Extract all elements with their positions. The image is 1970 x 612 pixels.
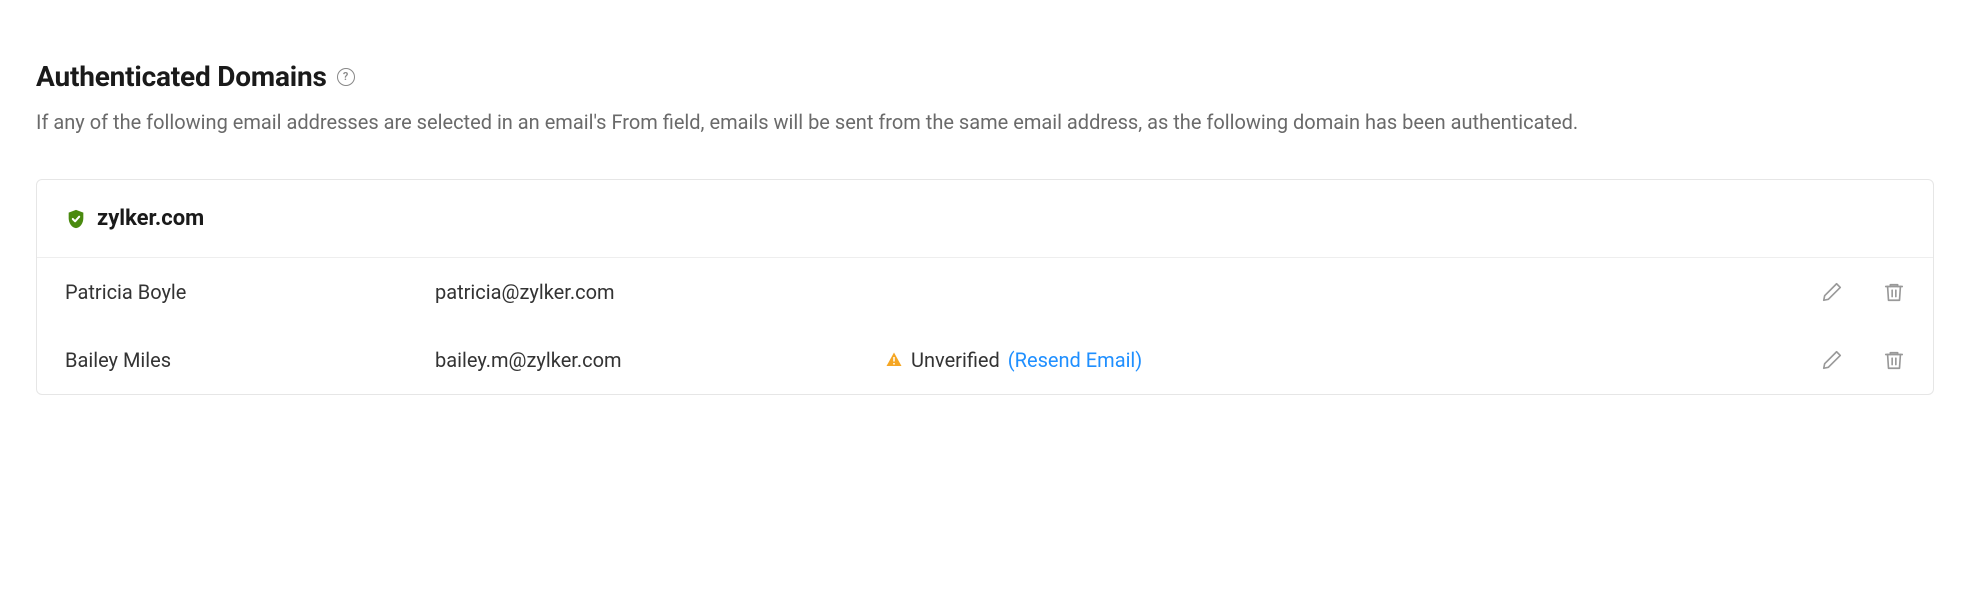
edit-icon[interactable] <box>1821 349 1843 371</box>
delete-icon[interactable] <box>1883 349 1905 371</box>
table-row: Bailey Miles bailey.m@zylker.com Unverif… <box>37 326 1933 394</box>
user-email: patricia@zylker.com <box>435 280 885 304</box>
edit-icon[interactable] <box>1821 281 1843 303</box>
warning-icon <box>885 351 903 369</box>
shield-check-icon <box>65 208 87 230</box>
user-name: Patricia Boyle <box>65 280 435 304</box>
domain-name: zylker.com <box>97 206 204 231</box>
delete-icon[interactable] <box>1883 281 1905 303</box>
status-cell: Unverified (Resend Email) <box>885 348 1821 372</box>
resend-email-link[interactable]: (Resend Email) <box>1008 348 1142 372</box>
domain-header: zylker.com <box>37 180 1933 258</box>
domain-card: zylker.com Patricia Boyle patricia@zylke… <box>36 179 1934 395</box>
table-row: Patricia Boyle patricia@zylker.com <box>37 258 1933 326</box>
unverified-label: Unverified <box>911 348 1000 372</box>
page-title: Authenticated Domains <box>36 60 327 93</box>
page-description: If any of the following email addresses … <box>36 105 1896 139</box>
user-name: Bailey Miles <box>65 348 435 372</box>
help-icon[interactable]: ? <box>337 68 355 86</box>
user-email: bailey.m@zylker.com <box>435 348 885 372</box>
